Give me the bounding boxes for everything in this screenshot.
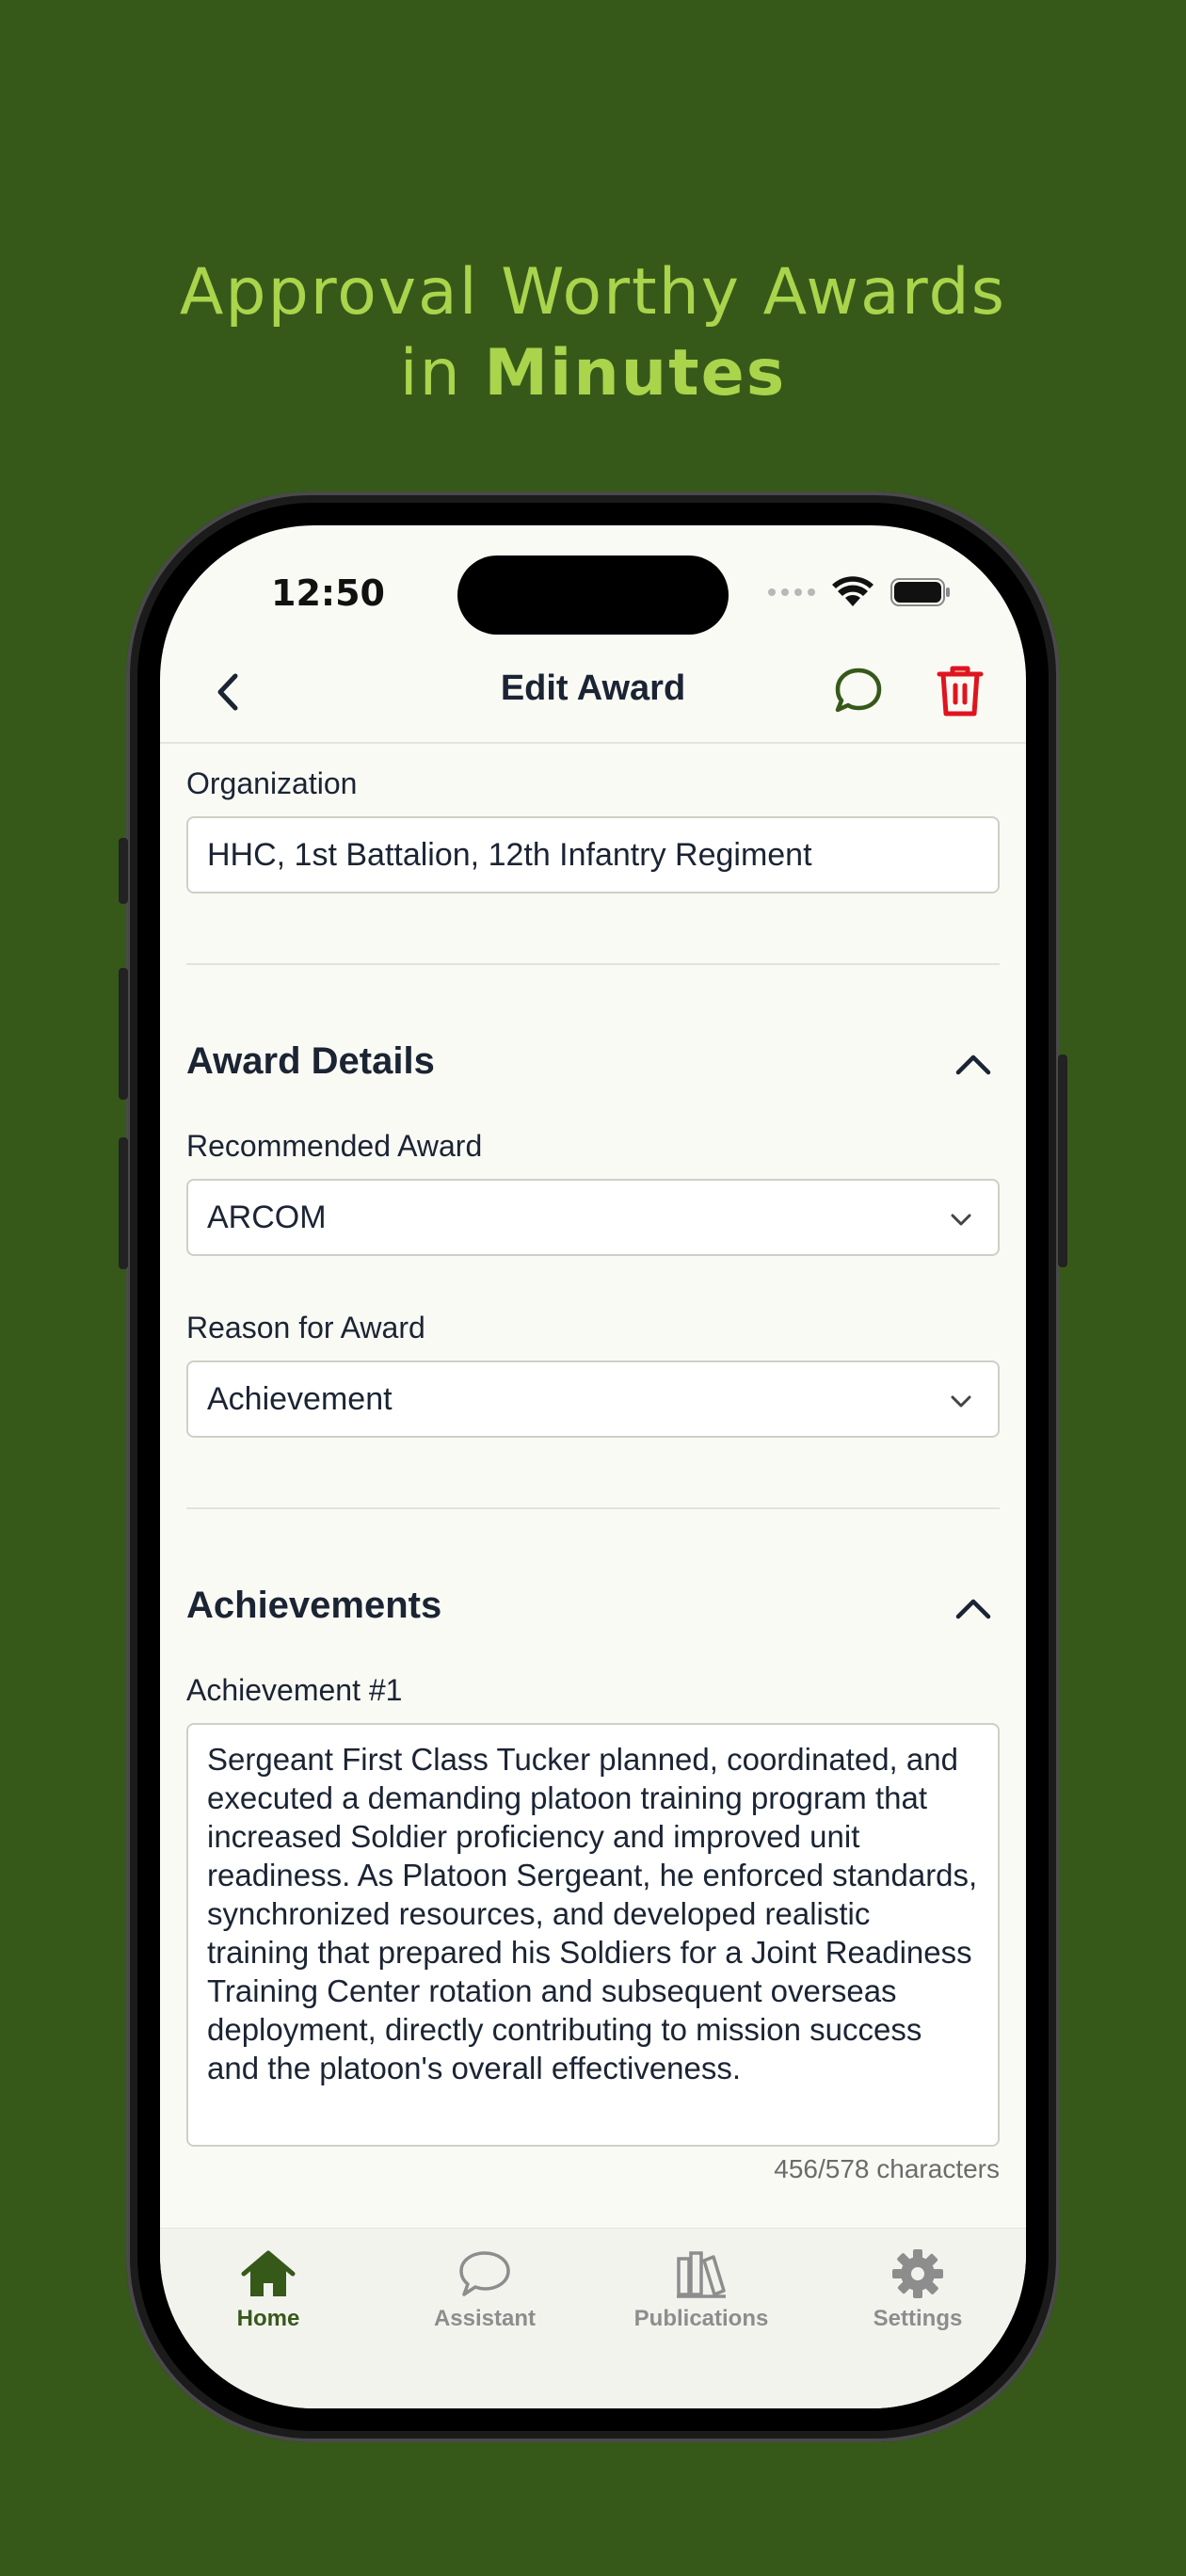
recommended-award-label: Recommended Award (186, 1129, 483, 1163)
dynamic-island (457, 555, 729, 635)
reason-select[interactable]: Achievement (186, 1360, 1000, 1438)
wifi-icon (832, 576, 873, 606)
organization-label: Organization (186, 766, 358, 800)
tab-bar: Home Assistant Publications Settings (160, 2228, 1026, 2408)
tab-label: Publications (633, 2306, 769, 2331)
achievements-title: Achievements (186, 1585, 442, 1626)
marketing-headline: Approval Worthy Awards in Minutes (0, 252, 1186, 414)
chevron-down-icon (951, 1395, 971, 1408)
tab-home[interactable]: Home (160, 2247, 377, 2332)
achievements-header[interactable]: Achievements (186, 1581, 1000, 1637)
headline-line-2: in Minutes (0, 333, 1186, 414)
award-details-title: Award Details (186, 1040, 435, 1082)
organization-value: HHC, 1st Battalion, 12th Infantry Regime… (207, 836, 812, 873)
signal-icon (768, 588, 815, 596)
form-content: Organization HHC, 1st Battalion, 12th In… (186, 742, 1000, 2184)
achievement-1-label: Achievement #1 (186, 1673, 403, 1707)
organization-input[interactable]: HHC, 1st Battalion, 12th Infantry Regime… (186, 816, 1000, 894)
headline-line-1: Approval Worthy Awards (179, 255, 1007, 330)
tab-publications[interactable]: Publications (593, 2247, 809, 2332)
phone-button (119, 838, 128, 904)
delete-button[interactable] (932, 661, 988, 721)
award-details-header[interactable]: Award Details (186, 1037, 1000, 1093)
home-icon (241, 2250, 296, 2296)
chevron-up-icon[interactable] (954, 1050, 992, 1078)
reason-label: Reason for Award (186, 1311, 425, 1344)
phone-button (119, 1137, 128, 1269)
gear-icon (892, 2249, 943, 2298)
phone-button (1058, 1055, 1067, 1267)
achievement-1-textarea[interactable]: Sergeant First Class Tucker planned, coo… (186, 1723, 1000, 2147)
status-icons (768, 576, 951, 608)
status-time: 12:50 (271, 572, 385, 614)
reason-value: Achievement (207, 1380, 393, 1417)
recommended-award-select[interactable]: ARCOM (186, 1179, 1000, 1256)
tab-settings[interactable]: Settings (809, 2247, 1026, 2332)
phone-button (119, 968, 128, 1100)
tab-label: Assistant (433, 2306, 537, 2331)
headline-emphasis: Minutes (484, 336, 787, 411)
app-screen: 12:50 Edit Award Organization HHC, 1st B… (160, 525, 1026, 2408)
chat-bubble-icon (459, 2251, 510, 2296)
chat-button[interactable] (830, 663, 887, 719)
tab-assistant[interactable]: Assistant (377, 2247, 593, 2332)
character-counter: 456/578 characters (774, 2154, 1000, 2183)
books-icon (677, 2251, 726, 2298)
battery-icon (890, 578, 950, 606)
headline-prefix: in (399, 336, 485, 411)
recommended-award-value: ARCOM (207, 1199, 327, 1235)
tab-label: Home (236, 2306, 300, 2331)
page-title: Edit Award (500, 668, 686, 708)
chevron-up-icon[interactable] (954, 1594, 992, 1622)
navigation-bar: Edit Award (160, 638, 1026, 744)
chevron-down-icon (951, 1214, 971, 1226)
tab-label: Settings (873, 2306, 963, 2331)
